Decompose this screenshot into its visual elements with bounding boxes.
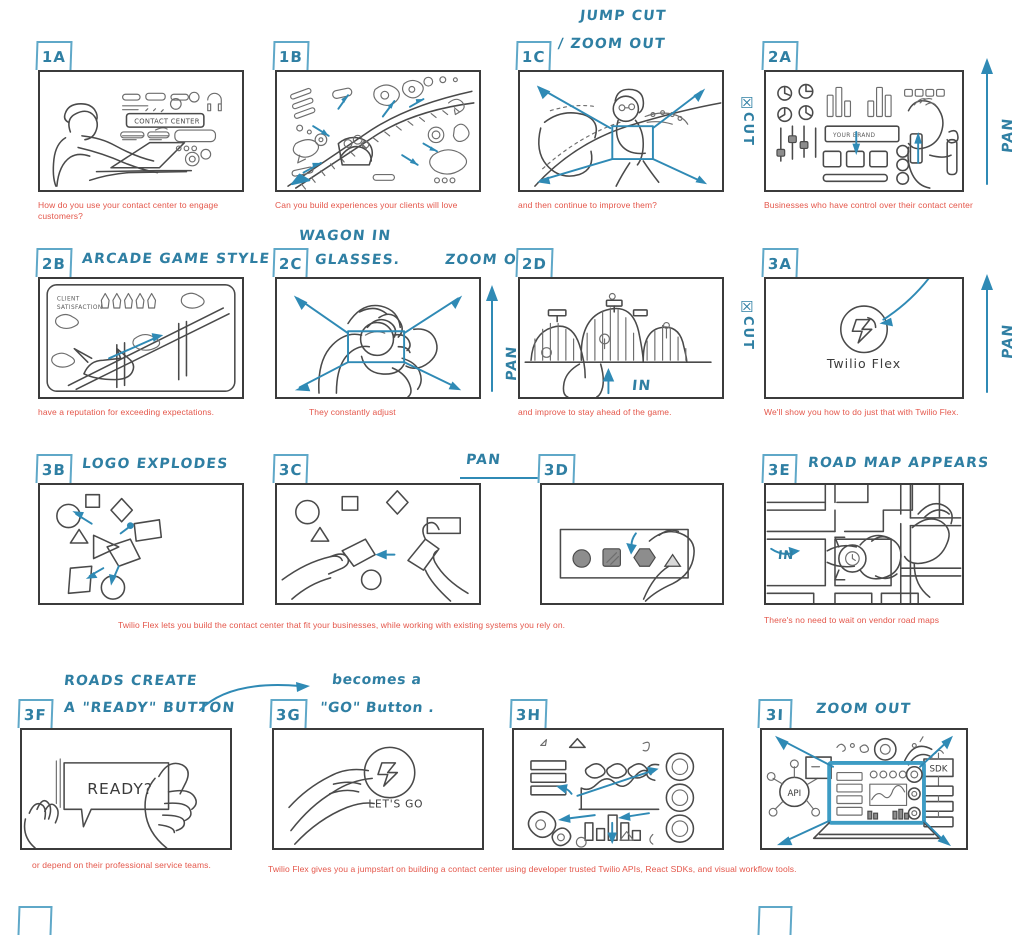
panel-caption: How do you use your contact center to en… [38, 200, 219, 221]
panel-frame [518, 70, 724, 192]
panel-id-badge: 2C [272, 248, 309, 277]
panel-caption: They constantly adjust [309, 407, 396, 417]
pan-arrow-2A [981, 58, 993, 185]
hud-label-line1: CLIENT [57, 296, 80, 302]
panel-id-badge: 3D [537, 454, 576, 483]
panel-note: LOGO EXPLODES [81, 456, 230, 472]
panel-frame [38, 483, 244, 605]
note-pan-3C: PAN [465, 452, 502, 468]
panel-caption: Businesses who have control over their c… [764, 200, 973, 210]
panel-id-badge: 3B [35, 454, 73, 483]
panel-note-line2: "GO" Button . [319, 700, 436, 716]
panel-id-badge [17, 906, 53, 935]
transition-cut-1: ☒ CUT [740, 94, 755, 147]
panel-note: ROAD MAP APPEARS [807, 455, 991, 471]
logo-label: Twilio Flex [826, 356, 901, 371]
panel-note-line2: / ZOOM OUT [557, 36, 667, 52]
panel-id-badge: 1C [515, 41, 552, 70]
api-label: API [787, 789, 801, 799]
panel-note-line1: becomes a [331, 672, 423, 688]
panel-id-badge: 3H [509, 699, 548, 728]
bubble-text: READY? [87, 780, 153, 798]
panel-caption: and improve to stay ahead of the game. [518, 407, 672, 417]
storyboard-sheet: 1A CONTACT CENTER How do you use your co… [0, 0, 1024, 935]
scene-ready-speech-bubble: READY? [23, 758, 197, 848]
transition-cut-2: ☒ CUT [740, 298, 755, 351]
panel-caption: There's no need to wait on vendor road m… [764, 615, 940, 625]
scene-laptop-api-sdk: API SDK [766, 735, 954, 847]
panel-frame: YOUR BRAND [764, 70, 964, 192]
row-shared-caption-3: Twilio Flex lets you build the contact c… [118, 620, 566, 630]
scene-twilio-flex-logo: Twilio Flex [826, 279, 930, 371]
scene-road-map-with-watch [766, 485, 962, 603]
brand-label: YOUR BRAND [832, 133, 875, 139]
panel-caption: and then continue to improve them? [518, 200, 658, 210]
panel-frame [275, 277, 481, 399]
scene-hand-pressing-buttons [559, 528, 695, 602]
note-pan-3A: PAN [1000, 322, 1016, 360]
scene-hands-arranging-shapes [281, 490, 469, 602]
panel-id-badge: 2A [761, 41, 799, 70]
scene-woman-riding-wave [534, 85, 722, 187]
panel-id-badge: 3F [17, 699, 54, 728]
panel-frame [518, 277, 724, 399]
cut-symbol-icon: ☒ [740, 298, 755, 316]
scene-finger-pressing-go: LET'S GO [288, 746, 423, 845]
scene-hands-adjusting-glasses [293, 295, 463, 397]
button-text: LET'S GO [368, 797, 423, 810]
panel-frame: API SDK [760, 728, 968, 850]
panel-id-badge [757, 906, 793, 935]
panel-frame: CONTACT CENTER [38, 70, 244, 192]
scene-arcade-game-screen: CLIENT SATISFACTION [46, 284, 236, 392]
panel-note-line1: WAGON IN [298, 228, 393, 244]
scene-conveyor-belt-of-icons [287, 76, 475, 190]
scene-charts-and-gears [527, 737, 695, 848]
hud-label-line2: SATISFACTION [57, 305, 103, 311]
panel-frame [275, 70, 481, 192]
panel-caption: or depend on their professional service … [32, 860, 211, 870]
note-connector-arrow [199, 682, 310, 711]
panel-id-badge: 1B [272, 41, 310, 70]
panel-id-badge: 2D [515, 248, 554, 277]
ui-contact-center-label: CONTACT CENTER [134, 117, 199, 125]
hud-stars [100, 292, 157, 309]
panel-id-badge: 3I [757, 699, 793, 728]
panel-frame [275, 483, 481, 605]
note-in-3E: IN [777, 548, 795, 562]
panel-id-badge: 3A [761, 248, 799, 277]
note-pan-2A: PAN [1000, 116, 1016, 154]
pan-arrow-2C [486, 285, 498, 392]
panel-caption: have a reputation for exceeding expectat… [38, 407, 215, 417]
scene-rollercoaster [524, 292, 712, 397]
panel-frame [764, 483, 964, 605]
panel-note-line2: GLASSES. [314, 252, 402, 268]
panel-id-badge: 1A [35, 41, 73, 70]
panel-id-badge: 2B [35, 248, 73, 277]
panel-frame [512, 728, 724, 850]
panel-frame: Twilio Flex [764, 277, 964, 399]
pan-arrow-3A [981, 274, 993, 393]
sdk-label: SDK [930, 765, 948, 775]
panel-frame: LET'S GO [272, 728, 484, 850]
cut-symbol-icon: ☒ [740, 94, 755, 112]
note-in-2D: IN [631, 378, 653, 394]
panel-caption: Can you build experiences your clients w… [275, 200, 458, 210]
scene-exploding-shapes [56, 493, 163, 600]
panel-note-line1: JUMP CUT [579, 8, 668, 24]
panel-caption: We'll show you how to do just that with … [764, 407, 959, 417]
panel-id-badge: 3C [272, 454, 309, 483]
panel-note: ARCADE GAME STYLE [81, 251, 271, 267]
scene-woman-at-desk-with-ui: CONTACT CENTER [52, 91, 222, 187]
scene-mixing-board-your-brand: YOUR BRAND [776, 83, 959, 189]
panel-frame: CLIENT SATISFACTION [38, 277, 244, 399]
row-shared-caption-4: Twilio Flex gives you a jumpstart on bui… [268, 864, 797, 874]
panel-note-line1: ROADS CREATE [63, 673, 199, 689]
panel-id-badge: 3E [761, 454, 798, 483]
cut-label: CUT [740, 112, 755, 147]
panel-frame [540, 483, 724, 605]
panel-frame: READY? [20, 728, 232, 850]
cut-label: CUT [740, 316, 755, 351]
panel-note: ZOOM OUT [815, 701, 913, 717]
